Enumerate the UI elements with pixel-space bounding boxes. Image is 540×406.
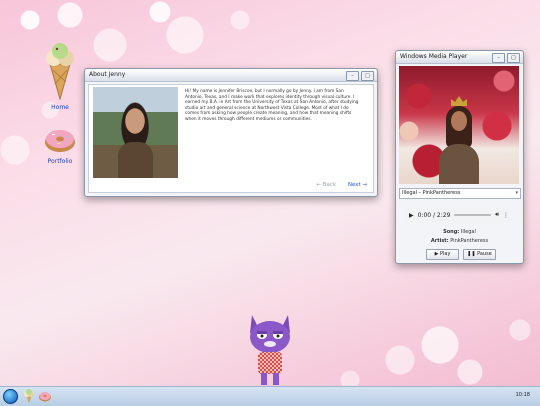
taskbar: 10:18 xyxy=(0,386,540,406)
play-button[interactable]: ▶ Play xyxy=(426,249,459,260)
minimize-button[interactable]: – xyxy=(492,53,505,63)
maximize-button[interactable]: □ xyxy=(361,71,374,81)
chevron-down-icon: ▾ xyxy=(515,190,518,196)
pause-button[interactable]: ❚❚ Pause xyxy=(463,249,496,260)
back-button[interactable]: ← Back xyxy=(316,182,336,188)
time-readout: 0:00 / 2:29 xyxy=(417,211,451,219)
play-icon[interactable]: ▶ xyxy=(409,212,414,219)
ice-cream-cone-icon[interactable] xyxy=(22,389,36,403)
window-title: About Jenny xyxy=(89,71,126,78)
song-line: Song: Illegal xyxy=(396,229,523,235)
cat-character xyxy=(246,307,294,391)
volume-icon[interactable]: 🔊︎ xyxy=(495,211,499,219)
album-art xyxy=(399,66,519,184)
track-select[interactable]: Illegal – PinkPantheress ▾ xyxy=(399,188,521,199)
song-value: Illegal xyxy=(460,229,476,235)
about-window: About Jenny – □ Hi! My name is Jennifer … xyxy=(84,68,378,197)
next-button[interactable]: Next → xyxy=(348,182,367,188)
profile-photo xyxy=(93,87,178,178)
more-options-icon[interactable]: ⋮ xyxy=(503,212,509,219)
media-player-titlebar[interactable]: Windows Media Player – □ xyxy=(396,51,523,64)
desktop-icon-label: Home xyxy=(51,104,69,111)
selected-track: Illegal – PinkPantheress xyxy=(402,190,461,196)
artist-line: Artist: PinkPantheress xyxy=(396,238,523,244)
about-window-titlebar[interactable]: About Jenny – □ xyxy=(85,69,377,82)
about-content: Hi! My name is Jennifer Briscoe, but I n… xyxy=(88,84,374,193)
audio-controls: ▶ 0:00 / 2:29 🔊︎ ⋮ xyxy=(404,207,514,223)
close-button[interactable]: □ xyxy=(507,53,520,63)
window-title: Windows Media Player xyxy=(400,53,468,60)
bio-text: Hi! My name is Jennifer Briscoe, but I n… xyxy=(185,89,359,122)
donut-icon[interactable] xyxy=(38,389,52,403)
donut-icon xyxy=(45,130,75,152)
ice-cream-cone-icon xyxy=(46,43,74,101)
start-orb-icon[interactable] xyxy=(3,389,18,404)
about-nav: ← Back Next → xyxy=(316,182,367,188)
taskbar-clock: 10:18 xyxy=(515,392,530,398)
desktop-icon-label: Portfolio xyxy=(47,158,73,165)
artist-value: PinkPantheress xyxy=(450,238,489,244)
seek-bar[interactable] xyxy=(454,214,492,216)
media-player-window: Windows Media Player – □ Illegal – PinkP… xyxy=(395,50,524,264)
desktop-icon-home[interactable]: Home xyxy=(36,42,84,111)
desktop-icon-portfolio[interactable]: Portfolio xyxy=(36,126,84,165)
minimize-button[interactable]: – xyxy=(346,71,359,81)
artist-label: Artist: xyxy=(430,238,449,244)
song-label: Song: xyxy=(443,229,460,235)
